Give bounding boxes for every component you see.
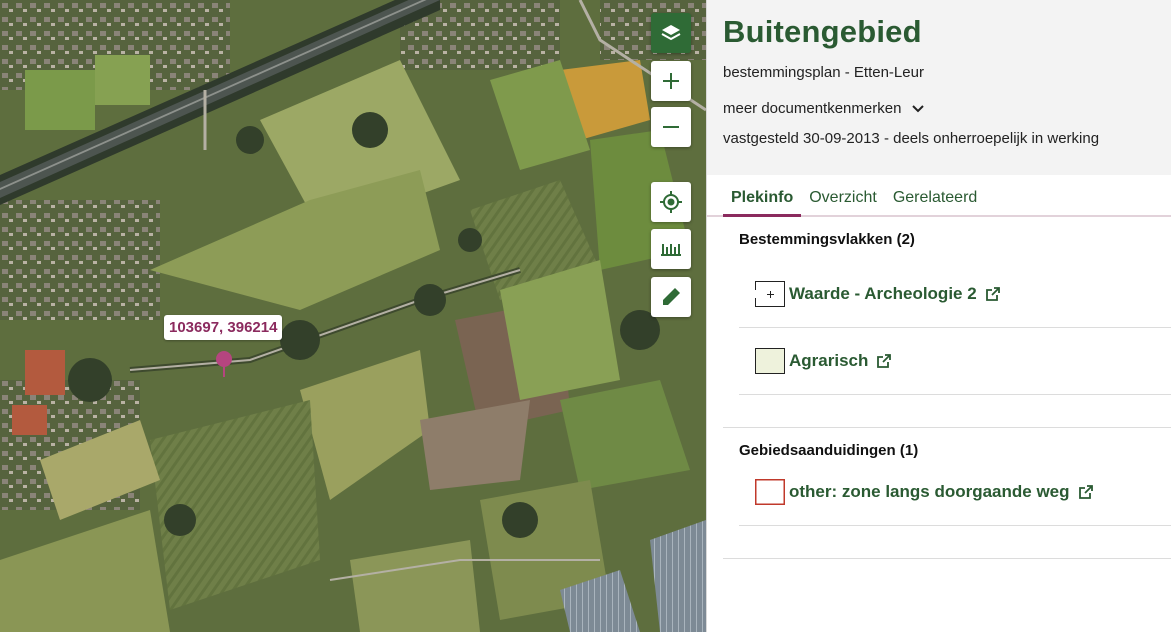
zoom-in-button[interactable] xyxy=(651,61,691,101)
minus-icon xyxy=(663,126,679,128)
ruler-icon xyxy=(661,244,681,256)
more-document-properties-label: meer documentkenmerken xyxy=(723,100,902,117)
draw-button[interactable] xyxy=(651,277,691,317)
archeologie-swatch-icon xyxy=(755,281,785,307)
item-label: other: zone langs doorgaande weg xyxy=(789,482,1070,501)
tab-gerelateerd[interactable]: Gerelateerd xyxy=(885,189,986,215)
zone-swatch-icon xyxy=(755,479,785,505)
location-pin-icon[interactable] xyxy=(215,350,233,378)
list-item-zone-doorgaande-weg[interactable]: other: zone langs doorgaande weg xyxy=(739,459,1171,526)
map-view[interactable]: 103697, 396214 xyxy=(0,0,706,632)
document-header: Buitengebied bestemmingsplan - Etten-Leu… xyxy=(707,0,1171,175)
agrarisch-swatch-icon xyxy=(755,348,785,374)
external-link-icon[interactable] xyxy=(985,286,1001,302)
section-divider xyxy=(723,558,1171,559)
section-title-bestemmingsvlakken: Bestemmingsvlakken (2) xyxy=(739,231,915,248)
zoom-out-button[interactable] xyxy=(651,107,691,147)
item-label: Agrarisch xyxy=(789,351,869,370)
info-panel: Buitengebied bestemmingsplan - Etten-Leu… xyxy=(706,0,1171,632)
layers-icon xyxy=(661,25,681,41)
crosshair-icon xyxy=(660,191,682,213)
external-link-icon[interactable] xyxy=(1078,484,1094,500)
more-document-properties-toggle[interactable]: meer documentkenmerken xyxy=(723,100,1171,117)
panel-tabs: Plekinfo Overzicht Gerelateerd xyxy=(707,175,1171,217)
coordinate-label: 103697, 396214 xyxy=(164,315,283,340)
section-title-gebiedsaanduidingen: Gebiedsaanduidingen (1) xyxy=(739,442,919,459)
tab-overzicht[interactable]: Overzicht xyxy=(801,189,885,215)
tab-plekinfo[interactable]: Plekinfo xyxy=(723,189,802,217)
item-label: Waarde - Archeologie 2 xyxy=(789,284,977,303)
measure-button[interactable] xyxy=(651,229,691,269)
document-subtitle: bestemmingsplan - Etten-Leur xyxy=(723,64,924,81)
list-item-agrarisch[interactable]: Agrarisch xyxy=(739,328,1171,395)
locate-button[interactable] xyxy=(651,182,691,222)
pencil-icon xyxy=(663,288,680,305)
app-root: 103697, 396214 Buitengebied bestemmingsp… xyxy=(0,0,1171,632)
document-title: Buitengebied xyxy=(723,14,922,49)
external-link-icon[interactable] xyxy=(876,353,892,369)
document-status: vastgesteld 30-09-2013 - deels onherroep… xyxy=(723,130,1100,147)
chevron-down-icon xyxy=(912,104,925,112)
aerial-map-image[interactable] xyxy=(0,0,706,632)
layers-button[interactable] xyxy=(651,13,691,53)
plus-icon xyxy=(663,73,679,89)
list-item-archeologie[interactable]: Waarde - Archeologie 2 xyxy=(739,261,1171,328)
